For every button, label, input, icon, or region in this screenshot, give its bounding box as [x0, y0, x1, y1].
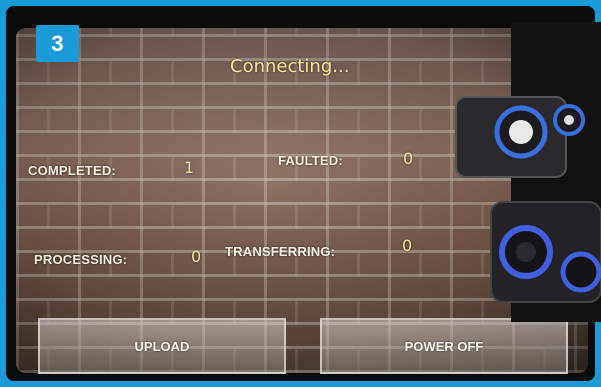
connection-status: Connecting... — [230, 56, 350, 77]
robot-hardware-image — [455, 22, 601, 322]
power-off-button[interactable]: POWER OFF — [320, 318, 568, 374]
completed-label: COMPLETED: — [28, 163, 116, 178]
sensor-module-icon — [490, 201, 601, 303]
transferring-label: TRANSFERRING: — [225, 244, 336, 259]
upload-button[interactable]: UPLOAD — [38, 318, 286, 374]
faulted-label: FAULTED: — [278, 153, 343, 168]
transferring-value: 0 — [402, 236, 413, 255]
camera-module-icon — [455, 96, 585, 178]
processing-label: PROCESSING: — [34, 252, 128, 267]
completed-value: 1 — [184, 158, 195, 177]
processing-value: 0 — [191, 247, 202, 266]
step-badge: 3 — [36, 25, 79, 62]
faulted-value: 0 — [403, 149, 414, 168]
